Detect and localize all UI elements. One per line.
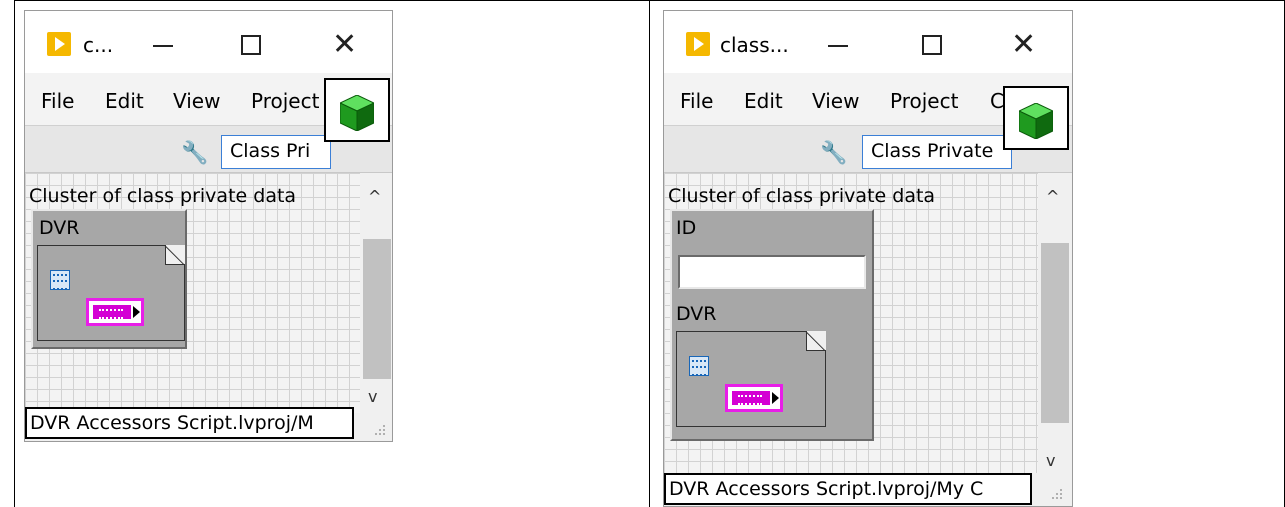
menu-file[interactable]: File	[680, 89, 713, 113]
id-string-control[interactable]	[678, 255, 866, 289]
title-bar[interactable]: c... ✕	[25, 11, 392, 73]
wrench-icon[interactable]: 🔧	[820, 140, 847, 166]
table-border-middle	[649, 0, 650, 507]
menu-edit[interactable]: Edit	[105, 89, 144, 113]
wrench-icon[interactable]: 🔧	[181, 140, 208, 166]
dvr-label: DVR	[676, 303, 717, 325]
dvr-control[interactable]	[676, 331, 826, 427]
minimize-icon	[153, 45, 173, 47]
menu-view[interactable]: View	[812, 89, 859, 113]
dvr-terminal	[86, 298, 144, 326]
close-icon: ✕	[1011, 27, 1037, 62]
vertical-scrollbar[interactable]: ^ v	[360, 173, 392, 413]
private-data-cluster[interactable]: ID DVR	[670, 209, 874, 441]
class-cube-icon	[1019, 103, 1053, 139]
class-cube-icon	[340, 95, 374, 131]
scroll-down-icon[interactable]: v	[1046, 451, 1055, 470]
dvr-control[interactable]	[37, 245, 185, 341]
minimize-button[interactable]	[818, 29, 862, 63]
labview-app-icon	[47, 32, 71, 56]
menu-project[interactable]: Project	[251, 89, 319, 113]
front-panel: Cluster of class private data ID DVR	[664, 173, 1038, 473]
labview-app-icon	[686, 32, 710, 56]
window-title: class...	[720, 33, 789, 57]
status-bar: DVR Accessors Script.lvproj/My C	[664, 473, 1032, 505]
cluster-label: Cluster of class private data	[668, 185, 936, 207]
page-corner	[165, 245, 185, 265]
class-combo-box[interactable]: Class Private	[862, 135, 1012, 169]
maximize-button[interactable]	[912, 29, 956, 63]
menu-file[interactable]: File	[41, 89, 74, 113]
data-value-reference-icon	[689, 356, 709, 376]
minimize-button[interactable]	[143, 29, 187, 63]
class-private-data-window-2: class... ✕ File Edit View Project C 🔧 Cl…	[663, 10, 1073, 507]
data-value-reference-icon	[50, 270, 70, 290]
cluster-label: Cluster of class private data	[29, 185, 297, 207]
close-icon: ✕	[332, 27, 358, 62]
class-private-data-window-1: c... ✕ File Edit View Project 🔧 Class Pr…	[24, 10, 393, 442]
menu-project[interactable]: Project	[890, 89, 958, 113]
menu-truncated[interactable]: C	[990, 89, 1004, 113]
scroll-thumb[interactable]	[1041, 243, 1069, 423]
menu-edit[interactable]: Edit	[744, 89, 783, 113]
scroll-thumb[interactable]	[363, 239, 391, 379]
status-bar: DVR Accessors Script.lvproj/M	[25, 407, 354, 439]
scroll-up-icon[interactable]: ^	[1046, 187, 1059, 206]
title-bar[interactable]: class... ✕	[664, 11, 1072, 73]
resize-grip[interactable]	[1050, 487, 1064, 501]
table-border-left	[14, 0, 15, 507]
maximize-icon	[241, 35, 261, 55]
class-combo-box[interactable]: Class Pri	[221, 135, 331, 169]
minimize-icon	[828, 45, 848, 47]
vi-icon-window-1	[324, 78, 390, 142]
window-title: c...	[83, 33, 114, 57]
private-data-cluster[interactable]: DVR	[31, 209, 187, 349]
maximize-icon	[922, 35, 942, 55]
resize-grip[interactable]	[373, 423, 387, 437]
close-button[interactable]: ✕	[325, 27, 369, 63]
close-button[interactable]: ✕	[1004, 27, 1048, 63]
maximize-button[interactable]	[231, 29, 275, 63]
dvr-label: DVR	[39, 217, 80, 239]
front-panel: Cluster of class private data DVR	[25, 173, 360, 413]
dvr-terminal	[725, 384, 783, 412]
id-label: ID	[676, 217, 697, 239]
scroll-up-icon[interactable]: ^	[368, 187, 381, 206]
vertical-scrollbar[interactable]: ^ v	[1038, 173, 1072, 473]
scroll-down-icon[interactable]: v	[368, 387, 377, 406]
vi-icon-window-2	[1003, 86, 1069, 150]
page-corner	[806, 331, 826, 351]
menu-view[interactable]: View	[173, 89, 220, 113]
